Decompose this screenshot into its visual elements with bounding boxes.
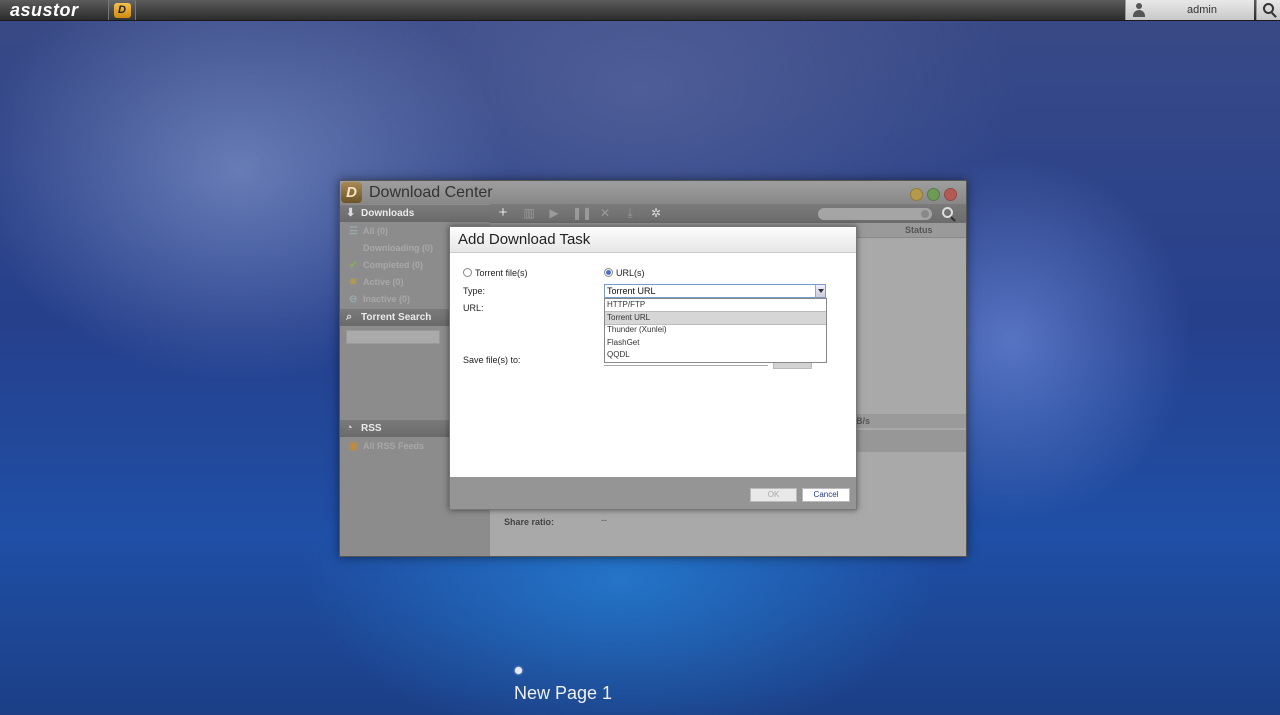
sidebar-item-label: All RSS Feeds <box>363 441 425 451</box>
url-label: URL: <box>463 303 484 313</box>
type-option-qqdl[interactable]: QQDL <box>605 349 826 361</box>
rss-feed-icon: ▣ <box>349 441 359 452</box>
sidebar-item-completed[interactable]: ✔ Completed (0) <box>349 257 423 273</box>
user-name: admin <box>1187 4 1217 16</box>
user-icon <box>1132 3 1146 17</box>
rss-icon: ◔ <box>346 422 353 434</box>
window-title: Download Center <box>369 184 493 201</box>
delete-button[interactable]: ▥ <box>522 206 536 220</box>
radio-torrent-files[interactable]: Torrent file(s) <box>463 267 528 279</box>
close-window-button[interactable] <box>944 188 957 201</box>
stop-button[interactable]: ✕ <box>598 206 612 220</box>
gear-icon: ✹ <box>349 277 358 288</box>
rss-header-label: RSS <box>361 423 382 434</box>
search-icon: ⌕ <box>346 311 353 323</box>
radio-circle-icon[interactable] <box>463 268 472 277</box>
dialog-title: Add Download Task <box>458 231 591 248</box>
search-icon <box>1263 3 1274 14</box>
sidebar-item-label: Inactive (0) <box>363 294 411 304</box>
check-icon: ✔ <box>349 260 358 271</box>
toolbar: + ▥ ▶ ❚❚ ✕ ⤓ ✲ <box>490 204 966 223</box>
share-ratio-label: Share ratio: <box>504 517 555 527</box>
user-menu[interactable]: admin <box>1125 0 1254 20</box>
cancel-button[interactable]: Cancel <box>802 488 850 502</box>
radio-torrent-label: Torrent file(s) <box>475 268 528 278</box>
type-option-torrent-url[interactable]: Torrent URL <box>605 311 826 325</box>
torrent-search-header-label: Torrent Search <box>361 312 432 323</box>
sidebar-item-label: Active (0) <box>363 277 404 287</box>
radio-url-label: URL(s) <box>616 268 645 278</box>
add-task-button[interactable]: + <box>496 205 510 220</box>
sidebar-item-inactive[interactable]: ⊖ Inactive (0) <box>349 291 410 307</box>
type-select-value: Torrent URL <box>607 286 656 296</box>
list-icon: ☰ <box>349 226 358 237</box>
sidebar-item-active[interactable]: ✹ Active (0) <box>349 274 404 290</box>
sidebar-item-label: All (0) <box>363 226 389 236</box>
top-bar: asustor D admin <box>0 0 1280 21</box>
sidebar-item-label: Downloading (0) <box>363 243 433 253</box>
task-search-input[interactable] <box>818 208 932 220</box>
search-icon[interactable] <box>942 207 953 218</box>
speed-text: B/s <box>856 416 871 426</box>
download-arrow-icon: ↓ <box>349 243 354 254</box>
minus-circle-icon: ⊖ <box>349 294 358 305</box>
column-status[interactable]: Status <box>905 223 933 237</box>
desktop-page-name: New Page 1 <box>514 683 613 703</box>
torrent-search-input[interactable] <box>346 330 440 344</box>
radio-urls[interactable]: URL(s) <box>604 267 645 279</box>
window-title-bar[interactable]: D Download Center <box>340 181 966 204</box>
sidebar-item-all[interactable]: ☰ All (0) <box>349 223 388 239</box>
minimize-button[interactable] <box>910 188 923 201</box>
dialog-footer: OK Cancel <box>450 477 856 509</box>
clear-search-icon[interactable] <box>921 210 929 218</box>
download-center-icon: D <box>113 2 131 18</box>
asustor-logo: asustor <box>10 0 79 20</box>
pause-button[interactable]: ❚❚ <box>572 206 592 220</box>
type-select[interactable]: Torrent URL <box>604 284 826 298</box>
download-center-app-icon: D <box>341 182 362 203</box>
ok-button[interactable]: OK <box>750 488 797 502</box>
sidebar-item-label: Completed (0) <box>363 260 424 270</box>
taskbar-download-center[interactable]: D <box>108 0 136 20</box>
type-option-http-ftp[interactable]: HTTP/FTP <box>605 299 826 311</box>
start-button[interactable]: ▶ <box>547 206 561 220</box>
type-option-thunder[interactable]: Thunder (Xunlei) <box>605 324 826 336</box>
downloads-header: ⬇ Downloads <box>340 205 490 222</box>
download-arrow-icon: ⬇ <box>346 207 356 219</box>
dialog-title-bar[interactable]: Add Download Task <box>450 227 856 253</box>
sidebar-item-all-rss-feeds[interactable]: ▣ All RSS Feeds <box>349 438 424 454</box>
type-label: Type: <box>463 286 486 296</box>
type-dropdown-list: HTTP/FTP Torrent URL Thunder (Xunlei) Fl… <box>604 298 827 363</box>
add-download-task-dialog: Add Download Task Torrent file(s) URL(s)… <box>449 226 857 510</box>
sidebar-item-downloading[interactable]: ↓ Downloading (0) <box>349 240 433 256</box>
save-to-label: Save file(s) to: <box>463 355 521 365</box>
move-bottom-button[interactable]: ⤓ <box>623 206 637 220</box>
downloads-header-label: Downloads <box>361 208 415 219</box>
type-option-flashget[interactable]: FlashGet <box>605 337 826 349</box>
radio-checked-icon[interactable] <box>604 268 613 277</box>
chevron-down-icon[interactable] <box>815 285 825 297</box>
global-search-button[interactable] <box>1256 0 1280 20</box>
maximize-button[interactable] <box>927 188 940 201</box>
page-indicator-dot[interactable] <box>515 667 522 674</box>
settings-button[interactable]: ✲ <box>649 206 663 220</box>
share-ratio-value: -- <box>601 515 607 525</box>
